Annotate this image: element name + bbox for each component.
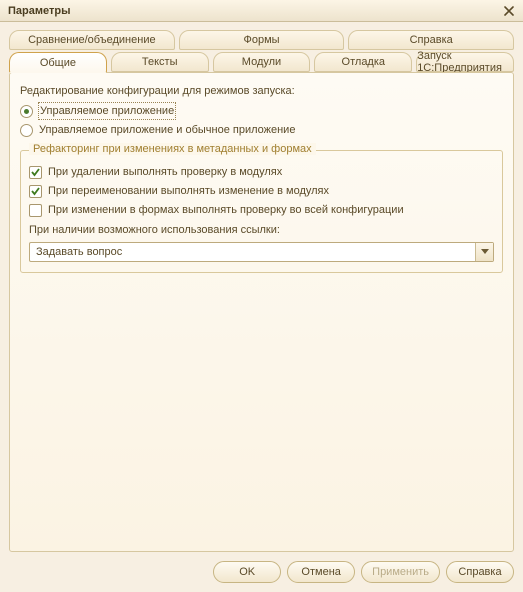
check-on-rename[interactable]: При переименовании выполнять изменение в…: [29, 183, 494, 199]
button-label: Справка: [458, 566, 501, 578]
check-label: При переименовании выполнять изменение в…: [48, 183, 329, 199]
checkbox-icon: [29, 185, 42, 198]
tab-texts[interactable]: Тексты: [111, 52, 209, 72]
tab-modules[interactable]: Модули: [213, 52, 311, 72]
group-legend: Рефакторинг при изменениях в метаданных …: [29, 143, 316, 155]
tab-launch-1c[interactable]: Запуск 1С:Предприятия: [416, 52, 514, 72]
tab-label: Сравнение/объединение: [28, 34, 156, 46]
cancel-button[interactable]: Отмена: [287, 561, 355, 583]
checkbox-icon: [29, 166, 42, 179]
tab-label: Справка: [410, 34, 453, 46]
radio-icon: [20, 124, 33, 137]
tab-debug[interactable]: Отладка: [314, 52, 412, 72]
checkbox-icon: [29, 204, 42, 217]
radio-managed-app[interactable]: Управляемое приложение: [20, 103, 503, 119]
tab-compare-merge[interactable]: Сравнение/объединение: [9, 30, 175, 50]
close-icon[interactable]: [501, 3, 517, 19]
titlebar: Параметры: [0, 0, 523, 22]
check-on-delete[interactable]: При удалении выполнять проверку в модуля…: [29, 164, 494, 180]
tab-label: Запуск 1С:Предприятия: [417, 50, 513, 74]
tabrow-upper: Сравнение/объединение Формы Справка: [9, 30, 514, 50]
radio-label: Управляемое приложение и обычное приложе…: [39, 122, 295, 138]
select-value: Задавать вопрос: [36, 246, 122, 258]
tab-label: Формы: [243, 34, 279, 46]
chevron-down-icon[interactable]: [475, 243, 493, 261]
tab-forms[interactable]: Формы: [179, 30, 345, 50]
button-label: OK: [239, 566, 255, 578]
tab-label: Тексты: [142, 56, 178, 68]
button-label: Применить: [372, 566, 429, 578]
radio-icon: [20, 105, 33, 118]
apply-button[interactable]: Применить: [361, 561, 440, 583]
tabrow-lower: Общие Тексты Модули Отладка Запуск 1С:Пр…: [9, 52, 514, 72]
client-area: Сравнение/объединение Формы Справка Общи…: [0, 22, 523, 560]
tab-label: Модули: [242, 56, 281, 68]
edit-modes-label: Редактирование конфигурации для режимов …: [20, 85, 503, 97]
window-title: Параметры: [8, 5, 501, 17]
ok-button[interactable]: OK: [213, 561, 281, 583]
dialog-buttons: OK Отмена Применить Справка: [213, 561, 514, 583]
group-refactoring: Рефакторинг при изменениях в метаданных …: [20, 150, 503, 273]
tab-label: Отладка: [342, 56, 385, 68]
radio-label: Управляемое приложение: [39, 103, 175, 119]
on-ref-usage-select[interactable]: Задавать вопрос: [29, 242, 494, 262]
button-label: Отмена: [301, 566, 340, 578]
tab-label: Общие: [40, 57, 76, 69]
help-button[interactable]: Справка: [446, 561, 514, 583]
radio-managed-and-ordinary[interactable]: Управляемое приложение и обычное приложе…: [20, 122, 503, 138]
tab-page-general: Редактирование конфигурации для режимов …: [9, 72, 514, 552]
on-ref-usage-label: При наличии возможного использования ссы…: [29, 224, 494, 236]
check-label: При удалении выполнять проверку в модуля…: [48, 164, 282, 180]
tab-general[interactable]: Общие: [9, 52, 107, 73]
tab-help[interactable]: Справка: [348, 30, 514, 50]
check-label: При изменении в формах выполнять проверк…: [48, 202, 404, 218]
check-on-form-change[interactable]: При изменении в формах выполнять проверк…: [29, 202, 494, 218]
